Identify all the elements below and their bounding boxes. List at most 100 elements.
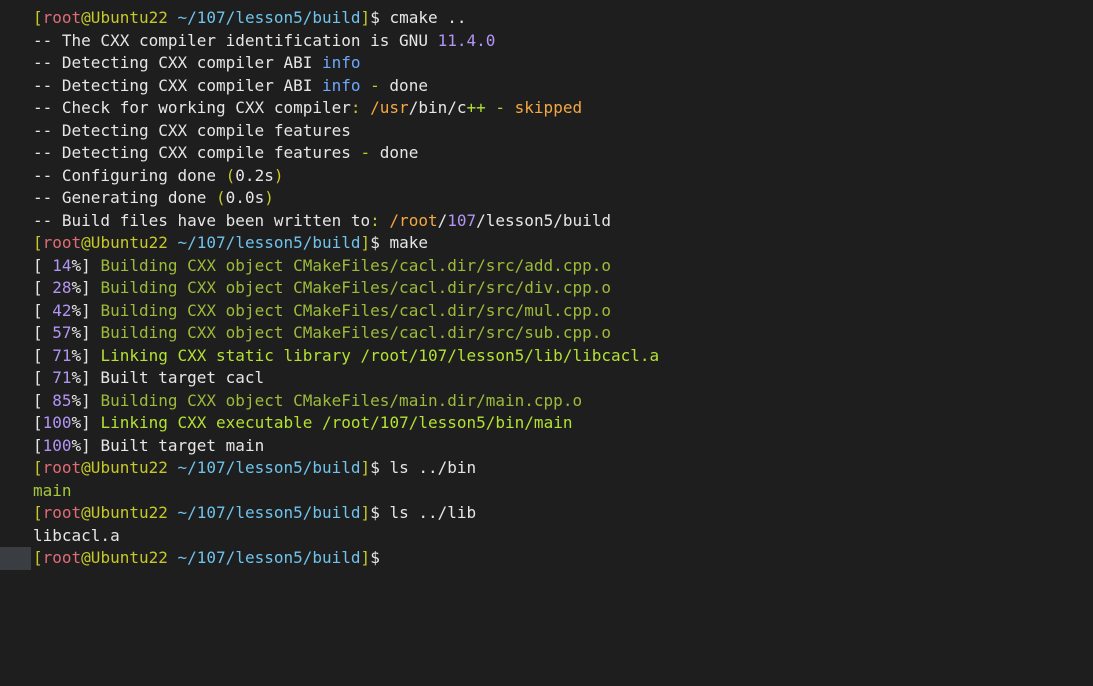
text-segment: %]: [71, 345, 101, 365]
output-line: [ 42%] Building CXX object CMakeFiles/ca…: [0, 300, 1093, 323]
text-segment: %]: [71, 300, 101, 320]
text-segment: $: [370, 548, 380, 567]
text-segment: /: [437, 210, 448, 230]
text-segment: %]: [71, 413, 101, 432]
text-segment: -- Detecting CXX compiler ABI: [33, 75, 322, 95]
text-segment: ]: [360, 8, 371, 27]
text-segment: -- Generating done: [33, 188, 217, 207]
text-segment: /bin/c: [408, 98, 467, 117]
text-segment: [: [33, 8, 43, 27]
text-segment: 42: [52, 300, 72, 320]
text-segment: Building CXX object CMakeFiles/cacl.dir/…: [100, 278, 611, 297]
text-segment: ~/107/lesson5/build: [177, 458, 361, 477]
text-segment: 100: [42, 435, 72, 455]
output-line: -- Generating done (0.0s): [0, 187, 1093, 210]
text-segment: -- The CXX compiler identification is GN…: [33, 30, 438, 50]
text-segment: /usr: [370, 98, 409, 117]
text-segment: $ ls ../bin: [370, 458, 477, 477]
output-line: [ 85%] Building CXX object CMakeFiles/ma…: [0, 390, 1093, 413]
text-segment: [168, 458, 178, 477]
text-segment: ]: [360, 503, 371, 522]
text-segment: $ make: [370, 233, 428, 252]
text-segment: %] Built target cacl: [71, 368, 265, 387]
text-segment: 0.0s: [225, 188, 265, 207]
text-segment: main: [33, 480, 72, 500]
text-segment: -- Build files have been written to: [33, 210, 371, 230]
text-segment: root: [42, 503, 82, 522]
text-segment: 107: [447, 210, 477, 230]
text-segment: [168, 8, 178, 27]
text-segment: [: [33, 390, 53, 410]
text-segment: ]: [360, 548, 371, 567]
text-segment: [: [33, 458, 43, 477]
text-segment: -- Check for working CXX compiler: [33, 98, 351, 117]
terminal-output: [root@Ubuntu22 ~/107/lesson5/build]$ cma…: [0, 7, 1093, 570]
output-line: [ 71%] Built target cacl: [0, 367, 1093, 390]
text-segment: %]: [71, 278, 101, 297]
text-segment: [168, 503, 178, 522]
text-segment: 85: [52, 390, 72, 410]
text-segment: -: [350, 143, 380, 162]
text-segment: Linking CXX static library /root/107/les…: [100, 345, 660, 365]
text-segment: ): [264, 188, 274, 207]
output-line: [ 57%] Building CXX object CMakeFiles/ca…: [0, 322, 1093, 345]
prompt-line: [root@Ubuntu22 ~/107/lesson5/build]$ ls …: [0, 502, 1093, 525]
text-segment: [: [33, 300, 53, 320]
output-line: [100%] Built target main: [0, 435, 1093, 458]
text-segment: root: [42, 8, 82, 27]
text-segment: 71: [52, 368, 72, 387]
text-segment: -- Configuring done: [33, 165, 226, 185]
text-segment: -- Detecting CXX compiler ABI: [33, 53, 322, 72]
text-segment: ~/107/lesson5/build: [177, 8, 361, 27]
text-segment: :: [370, 210, 390, 230]
text-segment: @Ubuntu22: [81, 503, 168, 522]
output-line: [ 71%] Linking CXX static library /root/…: [0, 345, 1093, 368]
text-segment: [: [33, 345, 53, 365]
text-segment: ]: [360, 458, 371, 477]
prompt-line: [root@Ubuntu22 ~/107/lesson5/build]$ mak…: [0, 232, 1093, 255]
text-segment: /lesson5/build: [476, 210, 611, 230]
text-segment: %]: [71, 323, 101, 342]
text-segment: %]: [71, 390, 101, 410]
output-line: -- Detecting CXX compiler ABI info - don…: [0, 75, 1093, 98]
text-segment: -- Detecting CXX compile features: [33, 120, 351, 140]
prompt-line: [root@Ubuntu22 ~/107/lesson5/build]$: [0, 547, 1093, 570]
text-segment: :: [350, 98, 371, 117]
text-segment: 71: [52, 345, 72, 365]
text-segment: ~/107/lesson5/build: [177, 548, 361, 567]
text-segment: root: [42, 458, 82, 477]
text-segment: info: [321, 75, 361, 95]
text-segment: %] Built target main: [71, 435, 265, 455]
text-segment: 11.4.0: [437, 30, 496, 50]
text-segment: [168, 548, 178, 567]
terminal-window[interactable]: [root@Ubuntu22 ~/107/lesson5/build]$ cma…: [0, 0, 1093, 686]
text-segment: 0.2s: [235, 165, 274, 185]
text-segment: Building CXX object CMakeFiles/main.dir/…: [100, 390, 583, 410]
output-line: [100%] Linking CXX executable /root/107/…: [0, 412, 1093, 435]
text-segment: done: [389, 75, 428, 95]
text-segment: Linking CXX executable /root/107/lesson5…: [100, 413, 573, 432]
text-segment: (: [216, 188, 226, 207]
text-segment: Building CXX object CMakeFiles/cacl.dir/…: [100, 300, 611, 320]
text-segment: root: [42, 233, 82, 252]
text-segment: skipped: [514, 98, 583, 117]
text-segment: ~/107/lesson5/build: [177, 503, 361, 522]
text-segment: [: [33, 413, 43, 432]
text-segment: %]: [71, 255, 101, 275]
text-segment: ]: [360, 233, 371, 252]
text-segment: [: [33, 255, 53, 275]
output-line: -- Configuring done (0.2s): [0, 165, 1093, 188]
prompt-line: [root@Ubuntu22 ~/107/lesson5/build]$ cma…: [0, 7, 1093, 30]
text-segment: /root: [389, 210, 438, 230]
text-segment: [: [33, 278, 53, 297]
text-segment: ++: [466, 98, 486, 117]
text-segment: -: [485, 98, 515, 117]
text-segment: @Ubuntu22: [81, 548, 168, 567]
output-line: -- Detecting CXX compile features: [0, 120, 1093, 143]
text-segment: $ cmake ..: [370, 8, 467, 27]
text-segment: [: [33, 233, 43, 252]
text-segment: -: [360, 75, 390, 95]
text-segment: ~/107/lesson5/build: [177, 233, 361, 252]
output-line: libcacl.a: [0, 525, 1093, 548]
text-segment: [: [33, 368, 53, 387]
